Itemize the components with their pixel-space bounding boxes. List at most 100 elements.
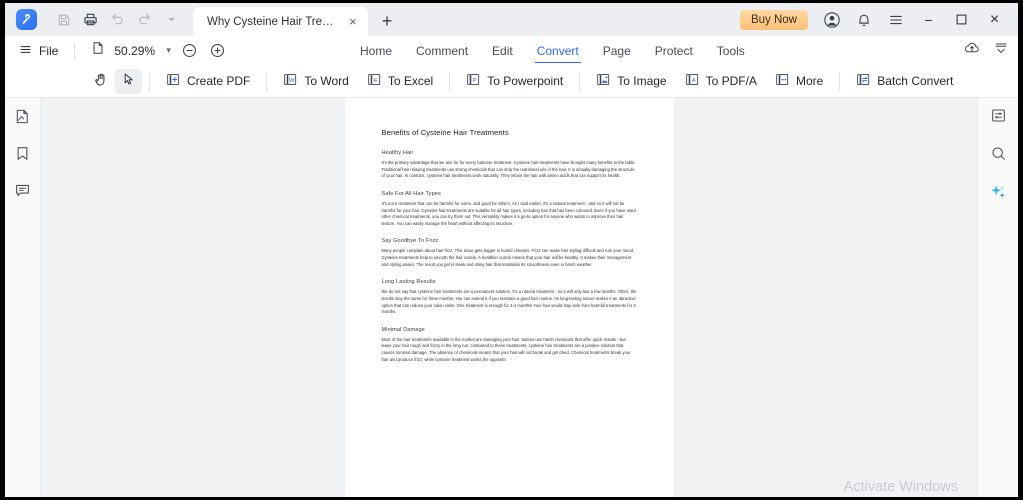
zoom-out-icon[interactable] (180, 41, 199, 60)
toolbar-divider (579, 71, 581, 91)
document-page: Benefits of Cysteine Hair Treatments Hea… (344, 98, 674, 497)
document-section: Minimal Damage Most of the hair treatmen… (382, 327, 637, 364)
cloud-upload-icon[interactable] (963, 39, 981, 62)
convert-toolbar: Create PDF W To Word E To Excel P To Pow… (5, 65, 1018, 98)
section-body: Many people complain about hair frizz. T… (381, 248, 635, 267)
document-section: Long Lasting Results We do not say that … (382, 279, 637, 316)
comment-icon (14, 182, 31, 204)
print-icon[interactable] (78, 7, 103, 32)
to-word-button[interactable]: W To Word (274, 69, 357, 94)
document-title: Benefits of Cysteine Hair Treatments (381, 128, 509, 137)
collapse-ribbon-icon[interactable] (993, 40, 1009, 61)
pdf-editor-window: Why Cysteine Hair Treat... × + Buy Now −… (5, 3, 1018, 497)
sidebar-item-bookmarks[interactable] (11, 144, 35, 168)
section-heading: Minimal Damage (381, 326, 425, 333)
menu-bar-right-group (963, 36, 1009, 65)
title-bar-right-group: Buy Now − × (739, 3, 1010, 36)
hamburger-icon (19, 43, 32, 59)
hamburger-menu-icon[interactable] (881, 5, 911, 35)
search-button[interactable] (986, 144, 1010, 168)
bell-icon[interactable] (849, 5, 879, 35)
to-powerpoint-icon: P (466, 72, 481, 90)
menu-bar: File 50.29% ▾ Home Comment Edit Convert … (5, 36, 1018, 65)
menu-divider (74, 42, 76, 59)
zoom-level-value[interactable]: 50.29% (114, 44, 157, 58)
select-tool-button[interactable] (115, 68, 142, 94)
sidebar-item-comments[interactable] (11, 181, 35, 205)
to-powerpoint-label: To Powerpoint (487, 74, 564, 88)
create-pdf-label: Create PDF (187, 74, 251, 88)
tab-strip: Why Cysteine Hair Treat... × + (193, 3, 400, 36)
bookmark-icon (14, 145, 31, 167)
to-powerpoint-button[interactable]: P To Powerpoint (457, 69, 572, 94)
batch-convert-label: Batch Convert (877, 74, 954, 88)
section-body: We do not say that cysteine hair treatme… (381, 289, 637, 315)
maximize-button[interactable] (946, 4, 977, 35)
section-body: It's not a treatment that can be harmful… (381, 200, 636, 226)
redo-icon[interactable] (132, 7, 157, 32)
document-section: Say Goodbye To Frizz Many people complai… (382, 238, 637, 268)
save-icon[interactable] (51, 7, 76, 32)
tab-home[interactable]: Home (348, 36, 404, 65)
svg-text:E: E (374, 78, 378, 84)
document-tab[interactable]: Why Cysteine Hair Treat... × (193, 7, 368, 36)
to-image-label: To Image (617, 74, 667, 88)
ai-sparkle-icon (989, 183, 1007, 206)
activate-windows-watermark: Activate Windows (843, 479, 958, 495)
batch-convert-button[interactable]: Batch Convert (847, 69, 962, 94)
document-section: Healthy Hair It's the primary advantage … (382, 150, 637, 180)
file-menu-button[interactable]: File (19, 43, 58, 59)
ribbon-tabs: Home Comment Edit Convert Page Protect T… (348, 36, 757, 65)
tab-page[interactable]: Page (591, 36, 643, 65)
tab-edit[interactable]: Edit (480, 36, 525, 65)
sidebar-item-thumbnails[interactable] (11, 107, 35, 131)
new-tab-button[interactable]: + (374, 8, 400, 34)
main-body: Benefits of Cysteine Hair Treatments Hea… (5, 98, 1018, 497)
section-body: It's the primary advantage that we aim f… (381, 160, 636, 179)
tab-convert[interactable]: Convert (525, 36, 591, 65)
create-pdf-button[interactable]: Create PDF (157, 69, 259, 94)
more-icon (775, 72, 790, 90)
section-heading: Say Goodbye To Frizz (381, 238, 439, 245)
close-tab-icon[interactable]: × (346, 14, 360, 29)
title-bar: Why Cysteine Hair Treat... × + Buy Now −… (5, 3, 1018, 36)
buy-now-button[interactable]: Buy Now (739, 9, 808, 30)
document-tab-title: Why Cysteine Hair Treat... (207, 15, 337, 28)
ai-assistant-button[interactable] (986, 182, 1010, 206)
zoom-in-icon[interactable] (208, 41, 227, 60)
more-button[interactable]: More (766, 69, 832, 94)
to-excel-label: To Excel (387, 74, 434, 88)
more-label: More (795, 74, 824, 88)
account-icon[interactable] (817, 5, 847, 35)
document-section: Safe For All Hair Types It's not a treat… (382, 191, 637, 228)
create-pdf-icon (166, 72, 181, 90)
cursor-arrow-icon (121, 72, 136, 90)
section-heading: Long Lasting Results (381, 279, 436, 286)
undo-icon[interactable] (105, 7, 130, 32)
hand-icon (93, 72, 109, 91)
to-excel-button[interactable]: E To Excel (358, 69, 442, 94)
to-image-button[interactable]: To Image (587, 69, 675, 94)
document-viewport[interactable]: Benefits of Cysteine Hair Treatments Hea… (41, 98, 977, 497)
search-icon (990, 145, 1007, 167)
svg-text:P: P (473, 78, 477, 84)
tab-tools[interactable]: Tools (705, 36, 757, 65)
minimize-button[interactable]: − (913, 4, 944, 35)
file-menu-label: File (39, 43, 59, 58)
quick-access-caret-icon[interactable] (159, 7, 184, 32)
page-fit-icon[interactable] (91, 41, 105, 60)
to-pdfa-button[interactable]: A To PDF/A (676, 69, 766, 94)
toolbar-divider (839, 71, 841, 91)
app-logo-icon (16, 9, 37, 30)
section-heading: Healthy Hair (381, 150, 414, 156)
tab-protect[interactable]: Protect (643, 36, 705, 65)
section-heading: Safe For All Hair Types (381, 190, 441, 197)
tab-comment[interactable]: Comment (404, 36, 480, 65)
chevron-down-icon[interactable]: ▾ (166, 45, 171, 56)
to-word-icon: W (283, 72, 298, 90)
hand-tool-button[interactable] (87, 69, 115, 94)
close-window-button[interactable]: × (979, 4, 1010, 35)
properties-panel-button[interactable] (986, 106, 1010, 130)
thumbnails-icon (14, 108, 31, 130)
title-bar-left-group (5, 3, 184, 36)
